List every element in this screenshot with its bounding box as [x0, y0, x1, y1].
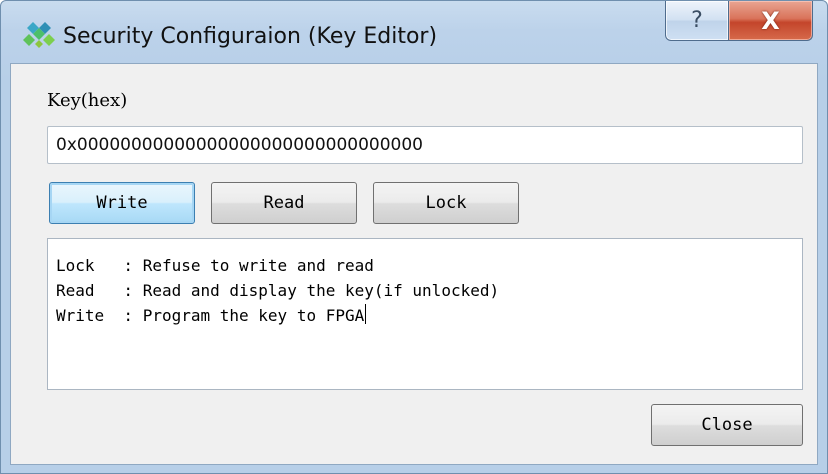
close-icon: X	[761, 6, 780, 35]
log-line-read: Read : Read and display the key(if unloc…	[56, 281, 500, 300]
read-button[interactable]: Read	[211, 182, 357, 224]
dialog-window: Security Configuraion (Key Editor) ? X K…	[0, 0, 828, 474]
window-close-button[interactable]: X	[729, 1, 813, 41]
log-line-lock: Lock : Refuse to write and read	[56, 256, 374, 275]
help-button[interactable]: ?	[665, 1, 729, 41]
log-line-write-text: Write : Program the key to FPGA	[56, 306, 365, 325]
output-log[interactable]: Lock : Refuse to write and read Read : Re…	[47, 238, 803, 390]
title-bar[interactable]: Security Configuraion (Key Editor) ? X	[1, 1, 827, 61]
close-button[interactable]: Close	[651, 404, 803, 446]
key-input[interactable]: 0x00000000000000000000000000000000	[47, 126, 803, 164]
caption-buttons: ? X	[665, 1, 813, 41]
help-icon: ?	[691, 8, 703, 33]
key-label: Key(hex)	[47, 90, 128, 111]
lock-button[interactable]: Lock	[373, 182, 519, 224]
app-logo-icon	[23, 20, 55, 48]
text-caret	[365, 304, 367, 324]
write-button[interactable]: Write	[49, 182, 195, 224]
window-title: Security Configuraion (Key Editor)	[63, 24, 438, 49]
log-line-write: Write : Program the key to FPGA	[56, 303, 794, 328]
dialog-body: Key(hex) 0x00000000000000000000000000000…	[10, 63, 818, 465]
